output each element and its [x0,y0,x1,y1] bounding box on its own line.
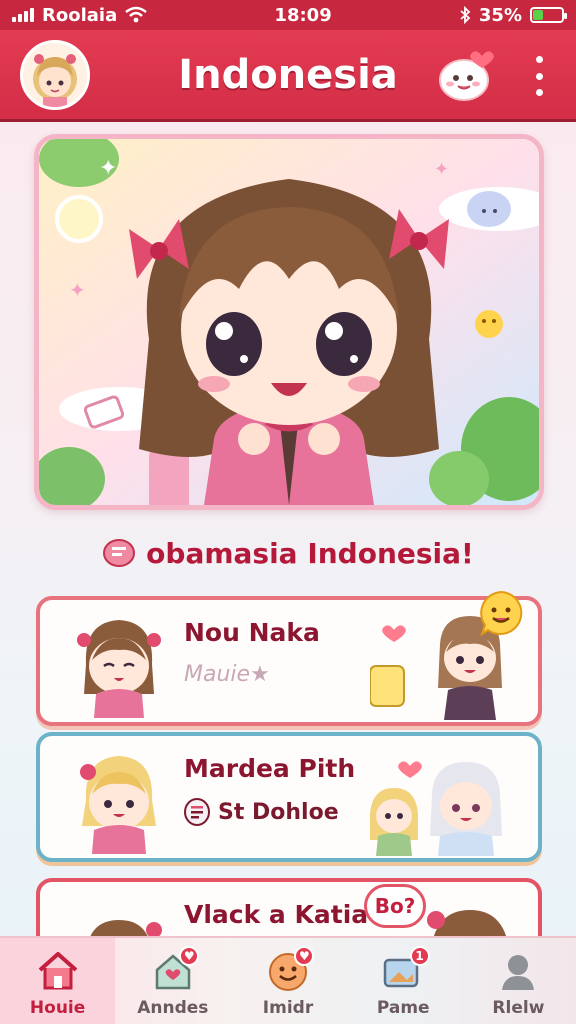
notification-badge: ♥ [179,946,200,966]
nav-item-rlelw[interactable]: Rlelw [461,938,576,1024]
bluetooth-icon [460,6,471,24]
notification-badge: 1 [409,946,430,966]
svg-text:✦: ✦ [69,278,86,302]
friends-illustration [370,761,502,856]
welcome-text: obamasia Indonesia! [146,536,474,570]
carrier-label: Roolaia [42,4,118,26]
status-bar: Roolaia 18:09 35% [0,0,576,30]
battery-level [533,10,543,20]
bottom-nav: Houie ♥ Anndes ♥ Imidr 1 Pame Rlelw [0,936,576,1024]
hero-girl-illustration: ✦ ✦ ✦ ✦ [39,139,539,505]
status-left: Roolaia [12,4,148,26]
more-vertical-icon[interactable] [532,56,546,96]
person-icon [502,955,535,990]
welcome-banner: obamasia Indonesia! [0,528,576,578]
wifi-icon [125,6,148,23]
nav-label: Imidr [262,998,314,1018]
nav-item-anndes[interactable]: ♥ Anndes [115,938,230,1024]
card-subtitle: St Dohloe [184,798,339,826]
speech-bubble: Bo? [364,884,426,928]
status-right: 35% [459,4,567,26]
card-subtitle: Mauie★ [184,662,270,687]
nav-item-home[interactable]: Houie [0,938,116,1024]
signal-icon [12,8,34,22]
list-item[interactable]: Nou Naka Mauie★ [36,596,542,726]
card-avatar [80,756,156,854]
list-item[interactable]: Mardea Pith St Dohloe [36,732,542,862]
nav-item-pame[interactable]: 1 Pame [346,938,461,1024]
nav-label: Houie [29,998,86,1018]
nav-label: Rlelw [492,998,545,1018]
profile-avatar[interactable] [20,40,90,110]
card-subtitle-text: St Dohloe [218,799,339,825]
document-icon [184,798,210,826]
avatar-girl-icon [33,54,77,107]
home-icon [38,952,77,990]
card-name: Mardea Pith [184,754,356,783]
card-name: Nou Naka [184,618,320,647]
hero-banner[interactable]: ✦ ✦ ✦ ✦ [34,134,544,510]
mascot-heart-icon[interactable] [436,44,496,104]
battery-percent: 35% [478,4,522,26]
app-header: Indonesia [0,30,576,122]
page-title: Indonesia [178,51,398,98]
svg-text:✦: ✦ [99,156,117,181]
nav-label: Anndes [137,998,209,1018]
notification-badge: ♥ [294,946,315,966]
nav-label: Pame [376,998,430,1018]
svg-text:✦: ✦ [434,159,449,180]
card-name: Vlack a Katia [184,900,369,929]
scroll-badge-icon [103,539,136,567]
nav-item-imidr[interactable]: ♥ Imidr [230,938,345,1024]
battery-icon [530,7,567,23]
smile-bubble-icon [480,590,523,636]
clock: 18:09 [274,4,332,26]
card-avatar [77,620,161,718]
